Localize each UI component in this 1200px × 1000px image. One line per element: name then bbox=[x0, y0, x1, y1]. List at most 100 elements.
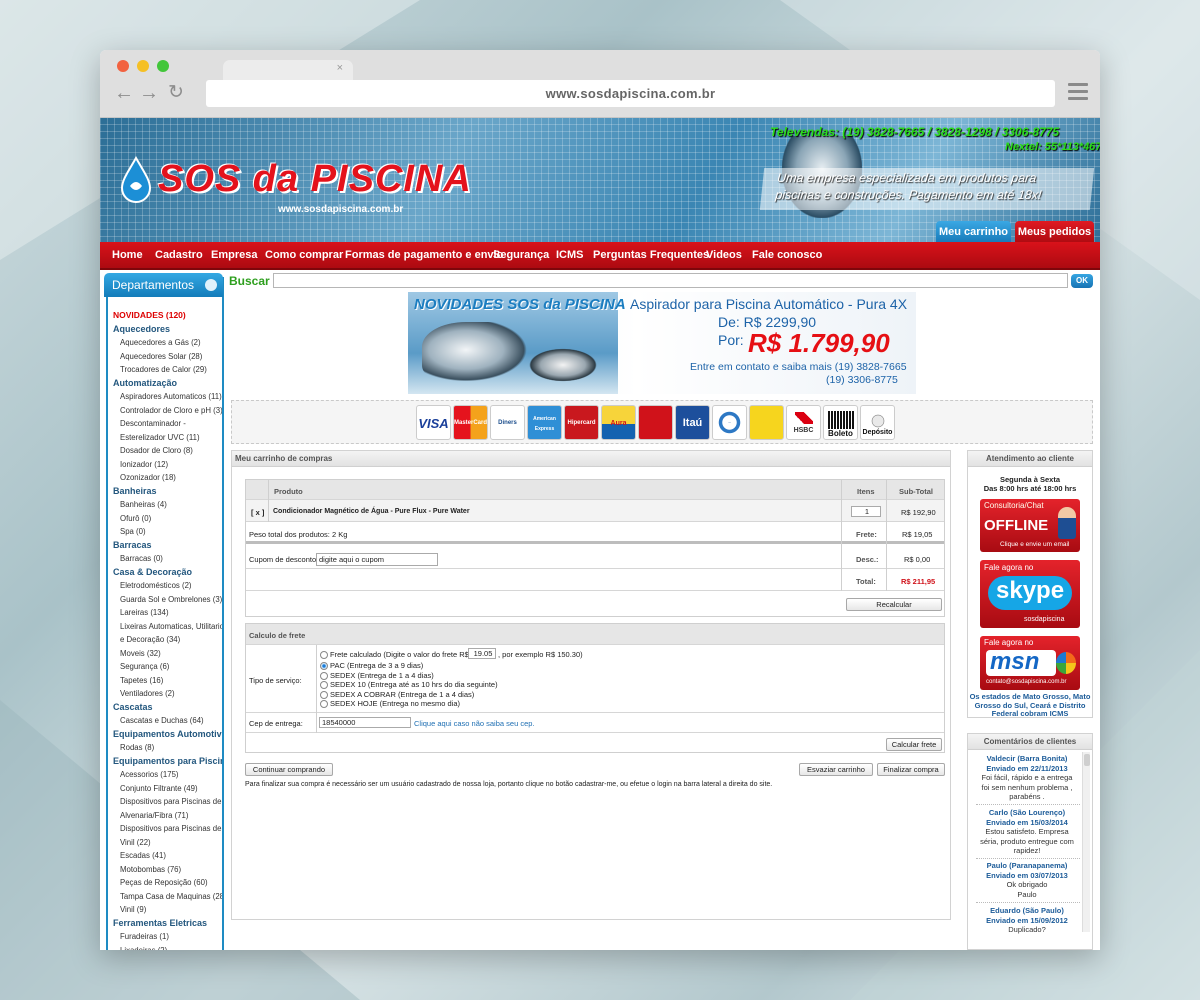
department-subcategory[interactable]: Guarda Sol e Ombrelones (3) bbox=[108, 593, 222, 607]
novidades-link[interactable]: NOVIDADES (120) bbox=[108, 309, 222, 323]
department-category[interactable]: Equipamentos para Piscinas bbox=[108, 755, 222, 769]
department-subcategory[interactable]: Eletrodomésticos (2) bbox=[108, 579, 222, 593]
department-subcategory[interactable]: Banheiras (4) bbox=[108, 498, 222, 512]
department-category[interactable]: Barracas bbox=[108, 539, 222, 553]
coupon-input[interactable] bbox=[316, 553, 438, 566]
department-subcategory[interactable]: Cascatas e Duchas (64) bbox=[108, 714, 222, 728]
menu-item-videos[interactable]: Videos bbox=[706, 249, 742, 261]
comments-scrollbar[interactable] bbox=[1082, 752, 1090, 932]
department-subcategory[interactable]: Aquecedores Solar (28) bbox=[108, 350, 222, 364]
radio-option[interactable] bbox=[320, 690, 328, 699]
department-subcategory[interactable]: Escadas (41) bbox=[108, 849, 222, 863]
department-subcategory[interactable]: Vinil (22) bbox=[108, 836, 222, 850]
department-subcategory[interactable]: Dispositivos para Piscinas de bbox=[108, 822, 222, 836]
site-logo[interactable]: SOS da PISCINA bbox=[158, 158, 472, 201]
menu-item-como-comprar[interactable]: Como comprar bbox=[265, 249, 343, 261]
cart-item-name[interactable]: Condicionador Magnético de Água - Pure F… bbox=[273, 508, 470, 515]
department-subcategory[interactable]: Furadeiras (1) bbox=[108, 930, 222, 944]
department-subcategory[interactable]: Spa (0) bbox=[108, 525, 222, 539]
cep-label: Cep de entrega: bbox=[249, 719, 303, 728]
department-subcategory[interactable]: Acessorios (175) bbox=[108, 768, 222, 782]
department-subcategory[interactable]: Aquecedores a Gás (2) bbox=[108, 336, 222, 350]
address-bar[interactable]: www.sosdapiscina.com.br bbox=[206, 80, 1055, 107]
department-subcategory[interactable]: Esterelizador UVC (11) bbox=[108, 431, 222, 445]
search-ok-button[interactable]: OK bbox=[1071, 274, 1093, 288]
recalculate-button[interactable]: Recalcular bbox=[846, 598, 942, 611]
menu-item-contato[interactable]: Fale conosco bbox=[752, 249, 822, 261]
hamburger-menu-icon[interactable] bbox=[1068, 83, 1088, 101]
reload-icon[interactable]: ↻ bbox=[168, 81, 184, 105]
department-subcategory[interactable]: Rodas (8) bbox=[108, 741, 222, 755]
maximize-window-dot[interactable] bbox=[157, 60, 169, 72]
department-category[interactable]: Ferramentas Eletricas bbox=[108, 917, 222, 931]
chat-offline-button[interactable]: Consultoria/Chat OFFLINE Clique e envie … bbox=[980, 499, 1080, 552]
department-subcategory[interactable]: Ofurô (0) bbox=[108, 512, 222, 526]
radio-frete-calculado[interactable] bbox=[320, 651, 328, 659]
item-quantity-input[interactable] bbox=[851, 506, 881, 517]
department-subcategory[interactable]: Controlador de Cloro e pH (3) bbox=[108, 404, 222, 418]
msn-button[interactable]: Fale agora no msn contato@sosdapiscina.c… bbox=[980, 636, 1080, 690]
back-arrow-icon[interactable]: ← bbox=[114, 81, 134, 105]
calculate-freight-button[interactable]: Calcular frete bbox=[886, 738, 942, 751]
department-subcategory[interactable]: Ventiladores (2) bbox=[108, 687, 222, 701]
menu-item-home[interactable]: Home bbox=[112, 249, 143, 261]
department-subcategory[interactable]: Alvenaria/Fibra (71) bbox=[108, 809, 222, 823]
cep-input[interactable] bbox=[319, 717, 411, 728]
department-category[interactable]: Equipamentos Automotivos bbox=[108, 728, 222, 742]
promo-banner[interactable]: NOVIDADES SOS da PISCINA Aspirador para … bbox=[408, 292, 916, 394]
finish-purchase-button[interactable]: Finalizar compra bbox=[877, 763, 945, 776]
department-subcategory[interactable]: e Decoração (34) bbox=[108, 633, 222, 647]
department-subcategory[interactable]: Segurança (6) bbox=[108, 660, 222, 674]
my-orders-button[interactable]: Meus pedidos bbox=[1015, 221, 1094, 243]
department-category[interactable]: Automatização bbox=[108, 377, 222, 391]
department-subcategory[interactable]: Conjunto Filtrante (49) bbox=[108, 782, 222, 796]
department-subcategory[interactable]: Ionizador (12) bbox=[108, 458, 222, 472]
close-window-dot[interactable] bbox=[117, 60, 129, 72]
radio-option[interactable] bbox=[320, 671, 328, 680]
frete-value-input[interactable] bbox=[468, 648, 496, 659]
tab-close-icon[interactable]: × bbox=[337, 62, 343, 74]
radio-option[interactable] bbox=[320, 700, 328, 708]
remove-item-button[interactable]: [ x ] bbox=[251, 508, 264, 517]
radio-option[interactable] bbox=[320, 662, 328, 670]
continue-shopping-button[interactable]: Continuar comprando bbox=[245, 763, 333, 776]
department-subcategory[interactable]: Vinil (9) bbox=[108, 903, 222, 917]
department-category[interactable]: Casa & Decoração bbox=[108, 566, 222, 580]
department-category[interactable]: Banheiras bbox=[108, 485, 222, 499]
department-lines: Aquecedores Aquecedores a Gás (2) Aquecedo… bbox=[108, 323, 222, 951]
radio-option[interactable] bbox=[320, 681, 328, 689]
menu-item-icms[interactable]: ICMS bbox=[556, 249, 584, 261]
menu-item-empresa[interactable]: Empresa bbox=[211, 249, 257, 261]
menu-item-faq[interactable]: Perguntas Frequentes bbox=[593, 249, 709, 261]
minimize-window-dot[interactable] bbox=[137, 60, 149, 72]
department-subcategory[interactable]: Dispositivos para Piscinas de bbox=[108, 795, 222, 809]
department-subcategory[interactable]: Aspiradores Automaticos (11) bbox=[108, 390, 222, 404]
menu-item-cadastro[interactable]: Cadastro bbox=[155, 249, 203, 261]
department-subcategory[interactable]: Barracas (0) bbox=[108, 552, 222, 566]
skype-button[interactable]: Fale agora no skype sosdapiscina bbox=[980, 560, 1080, 628]
department-category[interactable]: Aquecedores bbox=[108, 323, 222, 337]
menu-item-seguranca[interactable]: Segurança bbox=[493, 249, 549, 261]
my-cart-button[interactable]: Meu carrinho bbox=[936, 221, 1011, 243]
browser-tab[interactable]: × bbox=[223, 60, 353, 80]
department-category[interactable]: Cascatas bbox=[108, 701, 222, 715]
department-subcategory[interactable]: Lixadeiras (2) bbox=[108, 944, 222, 951]
collapse-icon[interactable] bbox=[205, 279, 217, 291]
search-input[interactable] bbox=[273, 273, 1068, 288]
forward-arrow-icon[interactable]: → bbox=[139, 81, 159, 105]
department-subcategory[interactable]: Moveis (32) bbox=[108, 647, 222, 661]
department-subcategory[interactable]: Trocadores de Calor (29) bbox=[108, 363, 222, 377]
department-subcategory[interactable]: Peças de Reposição (60) bbox=[108, 876, 222, 890]
cep-help-link[interactable]: Clique aqui caso não saiba seu cep. bbox=[414, 719, 535, 728]
department-subcategory[interactable]: Motobombas (76) bbox=[108, 863, 222, 877]
department-subcategory[interactable]: Lixeiras Automaticas, Utilitarios bbox=[108, 620, 222, 634]
department-subcategory[interactable]: Dosador de Cloro (8) bbox=[108, 444, 222, 458]
menu-item-pagamento[interactable]: Formas de pagamento e envio bbox=[345, 249, 503, 261]
department-subcategory[interactable]: Descontaminador - bbox=[108, 417, 222, 431]
department-subcategory[interactable]: Ozonizador (18) bbox=[108, 471, 222, 485]
scroll-thumb[interactable] bbox=[1084, 754, 1090, 766]
empty-cart-button[interactable]: Esvaziar carrinho bbox=[799, 763, 873, 776]
department-subcategory[interactable]: Lareiras (134) bbox=[108, 606, 222, 620]
department-subcategory[interactable]: Tapetes (16) bbox=[108, 674, 222, 688]
department-subcategory[interactable]: Tampa Casa de Maquinas (28) bbox=[108, 890, 222, 904]
